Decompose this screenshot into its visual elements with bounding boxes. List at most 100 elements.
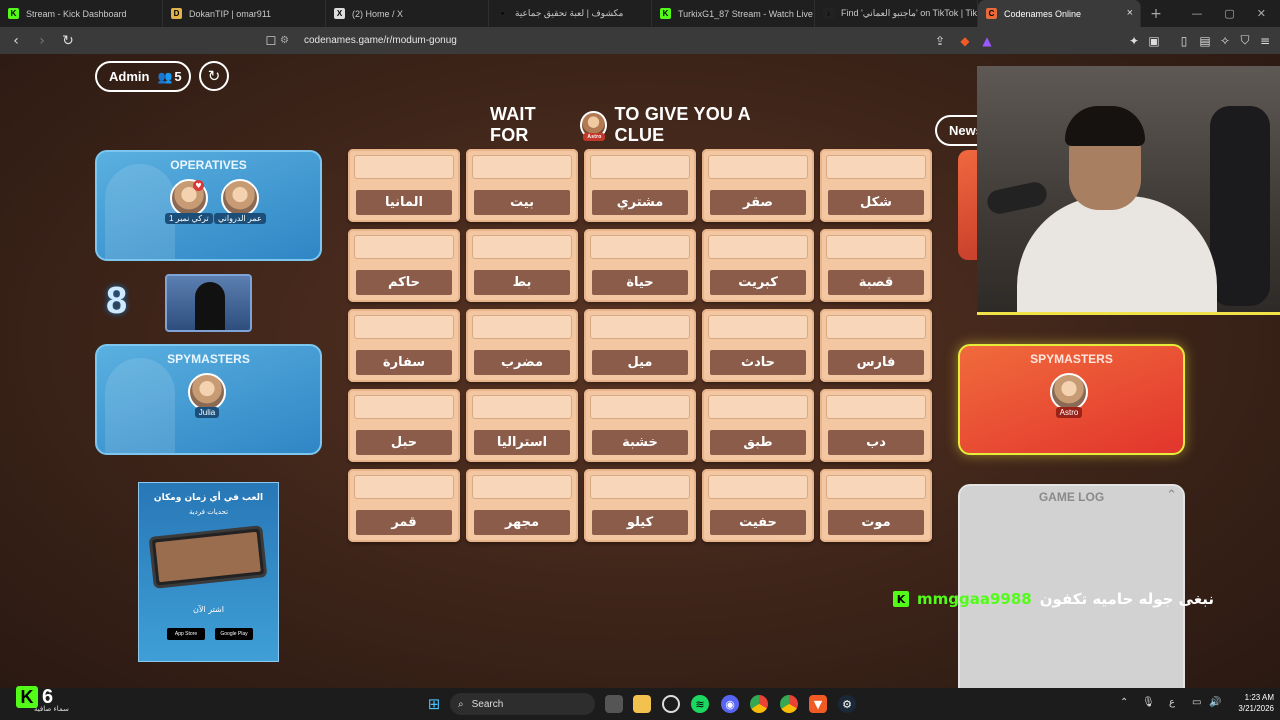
browser-tab[interactable]: X (2) Home / X: [326, 0, 489, 27]
spymasters-title: SPYMASTERS: [167, 352, 250, 366]
word-card[interactable]: المانيا: [348, 149, 460, 222]
reset-icon[interactable]: ↻: [199, 61, 229, 91]
word-card[interactable]: كبريت: [702, 229, 814, 302]
tab-search-icon[interactable]: ▣: [1145, 31, 1163, 50]
chrome-icon[interactable]: [750, 695, 768, 713]
word-card[interactable]: قصبة: [820, 229, 932, 302]
tab-label: Stream - Kick Dashboard: [26, 8, 127, 19]
minimize-icon[interactable]: —: [1191, 7, 1202, 20]
chat-text: نبغى جوله حاميه تكفون: [1039, 590, 1215, 608]
brave-icon[interactable]: ▼: [809, 695, 827, 713]
operative-player[interactable]: عمر الدرواني: [214, 179, 266, 224]
spymaster-player[interactable]: Julia: [188, 373, 226, 418]
spotify-icon[interactable]: ≋: [691, 695, 709, 713]
browser-tab[interactable]: D DokanTIP | omar911: [163, 0, 326, 27]
file-explorer-icon[interactable]: [633, 695, 651, 713]
network-icon[interactable]: ▭: [1192, 697, 1201, 708]
admin-button[interactable]: Admin 👥 5: [95, 61, 191, 92]
sidebar-icon[interactable]: ▯: [1175, 31, 1193, 50]
word-card[interactable]: سفارة: [348, 309, 460, 382]
language-indicator[interactable]: ع: [1169, 697, 1175, 708]
task-view-icon[interactable]: [605, 695, 623, 713]
browser-tab[interactable]: K TurkixG1_87 Stream - Watch Live on: [652, 0, 815, 27]
word-card[interactable]: حاكم: [348, 229, 460, 302]
taskbar-search[interactable]: ⌕ Search: [450, 693, 595, 715]
windows-start-icon[interactable]: ⊞: [425, 695, 443, 713]
tab-label: Codenames Online: [1004, 8, 1082, 19]
word-card[interactable]: فارس: [820, 309, 932, 382]
card-top: [472, 315, 572, 339]
word-card[interactable]: حبل: [348, 389, 460, 462]
word-card[interactable]: صقر: [702, 149, 814, 222]
word-card[interactable]: ميل: [584, 309, 696, 382]
word-card[interactable]: حياة: [584, 229, 696, 302]
word-card[interactable]: خشبة: [584, 389, 696, 462]
word-card[interactable]: بط: [466, 229, 578, 302]
tray-chevron-icon[interactable]: ⌃: [1120, 697, 1128, 708]
card-top: [354, 395, 454, 419]
word-card[interactable]: بيت: [466, 149, 578, 222]
extensions-icon[interactable]: ✦: [1125, 31, 1143, 50]
blue-spymasters-panel: SPYMASTERS Julia: [95, 344, 322, 455]
tab-favicon-icon: K: [8, 8, 19, 19]
mic-icon[interactable]: 🎙: [1142, 697, 1155, 708]
steam-icon[interactable]: ⚙: [838, 695, 856, 713]
agent-silhouette: [195, 282, 225, 330]
browser-tab[interactable]: K Stream - Kick Dashboard: [0, 0, 163, 27]
back-icon[interactable]: ‹: [6, 31, 26, 51]
rewards-icon[interactable]: ▲: [978, 31, 996, 50]
word-card[interactable]: مجهر: [466, 469, 578, 542]
player-name: تركي نمبر 1: [165, 213, 213, 224]
obs-icon[interactable]: [662, 695, 680, 713]
card-word: طبق: [710, 430, 806, 455]
word-card[interactable]: كيلو: [584, 469, 696, 542]
menu-icon[interactable]: ≡: [1256, 31, 1274, 50]
word-card[interactable]: مضرب: [466, 309, 578, 382]
chrome-alt-icon[interactable]: [780, 695, 798, 713]
forward-icon[interactable]: ›: [32, 31, 52, 51]
word-card[interactable]: استراليا: [466, 389, 578, 462]
brave-shield-icon[interactable]: ◆: [956, 31, 974, 50]
bookmark-icon[interactable]: ☐: [261, 31, 281, 51]
discord-icon[interactable]: ◉: [721, 695, 739, 713]
card-word: قمر: [356, 510, 452, 535]
new-tab-button[interactable]: +: [1141, 0, 1171, 27]
word-card[interactable]: دب: [820, 389, 932, 462]
word-card[interactable]: حادث: [702, 309, 814, 382]
word-card[interactable]: مشتري: [584, 149, 696, 222]
card-top: [826, 395, 926, 419]
spymasters-title: SPYMASTERS: [1030, 352, 1113, 366]
browser-tab[interactable]: • مكشوف | لعبة تحقيق جماعية: [489, 0, 652, 27]
browser-tab[interactable]: ♪ Find 'ماجتبو العماني' on TikTok | TikT: [815, 0, 978, 27]
app-store-badge[interactable]: App Store: [167, 628, 205, 640]
word-card[interactable]: موت: [820, 469, 932, 542]
tab-label: (2) Home / X: [352, 8, 404, 19]
system-clock[interactable]: 1:23 AM 3/21/2026: [1224, 692, 1274, 714]
operative-player[interactable]: تركي نمبر 1: [165, 179, 213, 224]
volume-icon[interactable]: 🔊: [1209, 697, 1221, 708]
browser-tab[interactable]: C Codenames Online ×: [978, 0, 1141, 27]
site-info-icon[interactable]: ⚙: [280, 35, 292, 46]
blue-cards-left: 8: [106, 280, 128, 322]
spymaster-player[interactable]: Astro: [1050, 373, 1088, 418]
google-play-badge[interactable]: Google Play: [215, 628, 253, 640]
chat-username: mmggaa9988: [917, 590, 1032, 608]
share-icon[interactable]: ⇪: [931, 31, 949, 50]
word-card[interactable]: حفيت: [702, 469, 814, 542]
maximize-icon[interactable]: ▢: [1224, 7, 1234, 20]
promo-ad[interactable]: العب في أي زمان ومكان تحديات فردية اشتر …: [138, 482, 279, 662]
close-tab-icon[interactable]: ×: [1127, 7, 1133, 19]
url-field[interactable]: ⚙ codenames.game/r/modum-gonug: [280, 31, 457, 50]
vpn-icon[interactable]: ⛉: [1236, 31, 1254, 50]
tab-label: Find 'ماجتبو العماني' on TikTok | TikT: [841, 8, 978, 18]
word-card[interactable]: شكل: [820, 149, 932, 222]
reload-icon[interactable]: ↻: [58, 31, 78, 51]
close-icon[interactable]: ✕: [1257, 7, 1266, 20]
word-card[interactable]: طبق: [702, 389, 814, 462]
card-word: المانيا: [356, 190, 452, 215]
leo-icon[interactable]: ✧: [1216, 31, 1234, 50]
word-card[interactable]: قمر: [348, 469, 460, 542]
chevron-up-icon[interactable]: ⌃: [1166, 488, 1177, 503]
wallet-icon[interactable]: ▤: [1196, 31, 1214, 50]
player-avatar: [188, 373, 226, 411]
